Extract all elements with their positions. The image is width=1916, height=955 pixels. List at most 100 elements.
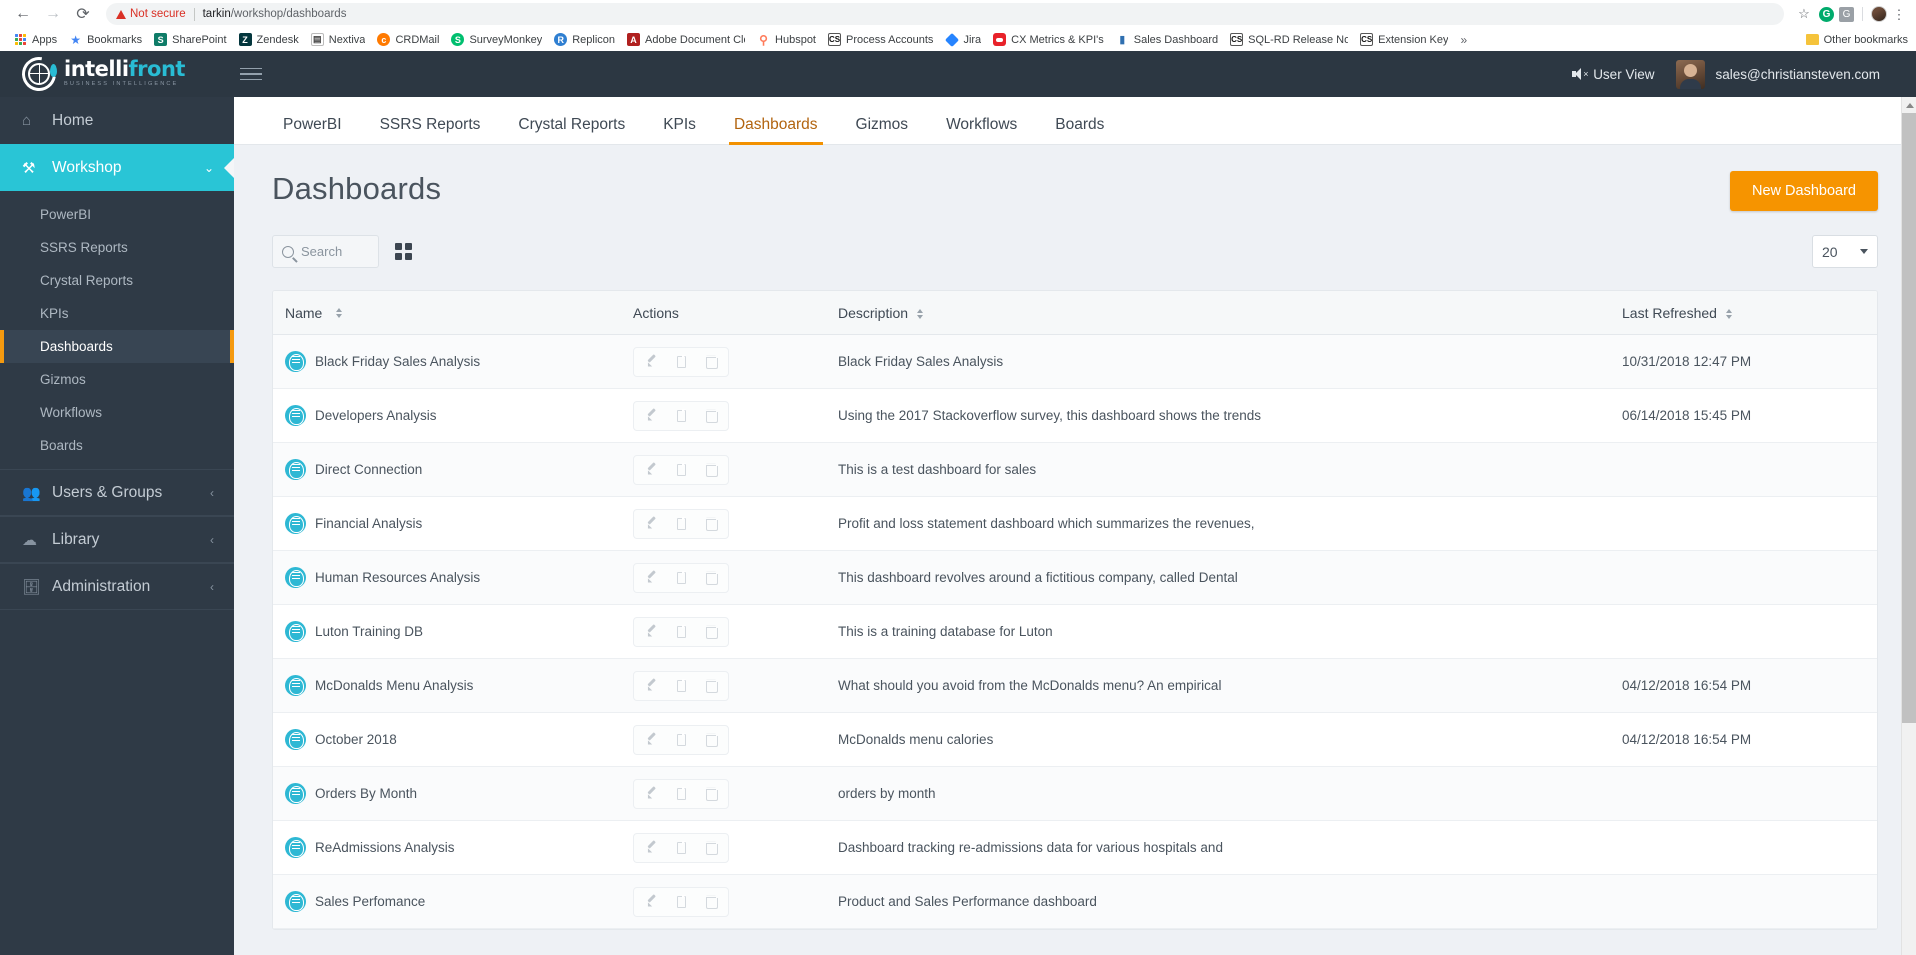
sidebar-item-workflows[interactable]: Workflows: [0, 396, 234, 429]
tab-boards[interactable]: Boards: [1036, 116, 1123, 145]
forward-button[interactable]: →: [40, 1, 66, 27]
cell-name[interactable]: Direct Connection: [273, 459, 633, 480]
tab-ssrs-reports[interactable]: SSRS Reports: [361, 116, 500, 145]
table-row[interactable]: Luton Training DB This is a training data…: [273, 605, 1877, 659]
table-row[interactable]: Financial Analysis Profit and loss statem…: [273, 497, 1877, 551]
table-row[interactable]: Sales Perfomance Product and Sales Perfor…: [273, 875, 1877, 929]
copy-button[interactable]: [666, 460, 696, 480]
sidebar-item-kpis[interactable]: KPIs: [0, 297, 234, 330]
column-header-last-refreshed[interactable]: Last Refreshed: [1622, 305, 1877, 321]
table-row[interactable]: October 2018 McDonalds menu calories 04/12…: [273, 713, 1877, 767]
bookmark-apps[interactable]: Apps: [8, 31, 63, 48]
reload-button[interactable]: ⟳: [70, 1, 96, 27]
bookmark-extension-key[interactable]: CS Extension Key: [1354, 31, 1454, 48]
search-input[interactable]: Search: [272, 235, 379, 268]
delete-button[interactable]: [696, 352, 726, 372]
delete-button[interactable]: [696, 784, 726, 804]
bookmark-sales-dashboard[interactable]: ▮ Sales Dashboard: [1110, 31, 1224, 48]
copy-button[interactable]: [666, 892, 696, 912]
copy-button[interactable]: [666, 784, 696, 804]
copy-button[interactable]: [666, 730, 696, 750]
cell-name[interactable]: October 2018: [273, 729, 633, 750]
sort-icon[interactable]: [916, 308, 923, 319]
edit-button[interactable]: [636, 406, 666, 426]
bookmark-jira[interactable]: Jira: [939, 31, 987, 48]
table-row[interactable]: Orders By Month orders by month: [273, 767, 1877, 821]
delete-button[interactable]: [696, 460, 726, 480]
sidebar-item-library[interactable]: ☁ Library ‹: [0, 516, 234, 563]
cell-name[interactable]: Luton Training DB: [273, 621, 633, 642]
other-bookmarks-button[interactable]: Other bookmarks: [1805, 34, 1908, 46]
tab-powerbi[interactable]: PowerBI: [264, 116, 361, 145]
copy-button[interactable]: [666, 406, 696, 426]
delete-button[interactable]: [696, 514, 726, 534]
sidebar-item-users-groups[interactable]: 👥 Users & Groups ‹: [0, 469, 234, 516]
copy-button[interactable]: [666, 514, 696, 534]
sidebar-item-dashboards[interactable]: Dashboards: [0, 330, 234, 363]
edit-button[interactable]: [636, 730, 666, 750]
delete-button[interactable]: [696, 892, 726, 912]
bookmark-crdmail[interactable]: c CRDMail: [371, 31, 445, 48]
bookmark-surveymonkey[interactable]: S SurveyMonkey: [445, 31, 548, 48]
new-dashboard-button[interactable]: New Dashboard: [1730, 171, 1878, 211]
bookmark-star-icon[interactable]: ☆: [1794, 6, 1814, 22]
scrollbar-thumb[interactable]: [1902, 113, 1916, 723]
copy-button[interactable]: [666, 352, 696, 372]
edit-button[interactable]: [636, 838, 666, 858]
grammarly-extension-icon[interactable]: G: [1819, 6, 1834, 22]
edit-button[interactable]: [636, 460, 666, 480]
bookmark-bookmarks[interactable]: ★ Bookmarks: [63, 31, 148, 48]
vertical-scrollbar[interactable]: [1901, 97, 1916, 955]
sidebar-item-workshop[interactable]: ⚒ Workshop ⌄: [0, 144, 234, 191]
scroll-up-button[interactable]: [1902, 97, 1916, 113]
cell-name[interactable]: Black Friday Sales Analysis: [273, 351, 633, 372]
app-logo[interactable]: intellifront BUSINESS INTELLIGENCE: [0, 50, 234, 98]
copy-button[interactable]: [666, 622, 696, 642]
sort-icon[interactable]: [336, 307, 343, 318]
bookmark-process-accounts[interactable]: CS Process Accounts: [822, 31, 939, 48]
delete-button[interactable]: [696, 568, 726, 588]
bookmark-nextiva[interactable]: ▤ Nextiva: [305, 31, 372, 48]
edit-button[interactable]: [636, 892, 666, 912]
bookmark-replicon[interactable]: R Replicon: [548, 31, 621, 48]
menu-icon[interactable]: [240, 67, 262, 81]
bookmark-sqlrd-release-notes[interactable]: CS SQL-RD Release Note: [1224, 31, 1354, 48]
bookmark-sharepoint[interactable]: S SharePoint: [148, 31, 232, 48]
table-row[interactable]: Black Friday Sales Analysis Black Friday …: [273, 335, 1877, 389]
copy-button[interactable]: [666, 568, 696, 588]
edit-button[interactable]: [636, 622, 666, 642]
delete-button[interactable]: [696, 730, 726, 750]
cell-name[interactable]: Sales Perfomance: [273, 891, 633, 912]
table-row[interactable]: Developers Analysis Using the 2017 Stacko…: [273, 389, 1877, 443]
user-view-toggle[interactable]: × User View: [1572, 67, 1654, 82]
google-extension-icon[interactable]: G: [1839, 6, 1854, 22]
sidebar-item-administration[interactable]: 🗄 Administration ‹: [0, 563, 234, 610]
copy-button[interactable]: [666, 676, 696, 696]
column-header-name[interactable]: Name: [273, 305, 633, 321]
delete-button[interactable]: [696, 676, 726, 696]
sidebar-item-gizmos[interactable]: Gizmos: [0, 363, 234, 396]
bookmark-hubspot[interactable]: ⚲ Hubspot: [751, 31, 822, 48]
cell-name[interactable]: Developers Analysis: [273, 405, 633, 426]
tab-gizmos[interactable]: Gizmos: [837, 116, 928, 145]
table-row[interactable]: McDonalds Menu Analysis What should you a…: [273, 659, 1877, 713]
page-size-select[interactable]: 20: [1812, 235, 1878, 268]
copy-button[interactable]: [666, 838, 696, 858]
table-row[interactable]: Human Resources Analysis This dashboard r…: [273, 551, 1877, 605]
cell-name[interactable]: Human Resources Analysis: [273, 567, 633, 588]
edit-button[interactable]: [636, 568, 666, 588]
bookmark-zendesk[interactable]: Z Zendesk: [233, 31, 305, 48]
bookmarks-overflow-icon[interactable]: »: [1454, 33, 1473, 47]
column-header-description[interactable]: Description: [838, 305, 1622, 321]
table-row[interactable]: Direct Connection This is a test dashboar…: [273, 443, 1877, 497]
delete-button[interactable]: [696, 622, 726, 642]
table-row[interactable]: ReAdmissions Analysis Dashboard tracking …: [273, 821, 1877, 875]
cell-name[interactable]: ReAdmissions Analysis: [273, 837, 633, 858]
delete-button[interactable]: [696, 838, 726, 858]
tab-kpis[interactable]: KPIs: [644, 116, 715, 145]
edit-button[interactable]: [636, 514, 666, 534]
cell-name[interactable]: McDonalds Menu Analysis: [273, 675, 633, 696]
delete-button[interactable]: [696, 406, 726, 426]
grid-view-icon[interactable]: [395, 243, 412, 260]
bookmark-cx-metrics[interactable]: CX Metrics & KPI's: [987, 31, 1110, 48]
